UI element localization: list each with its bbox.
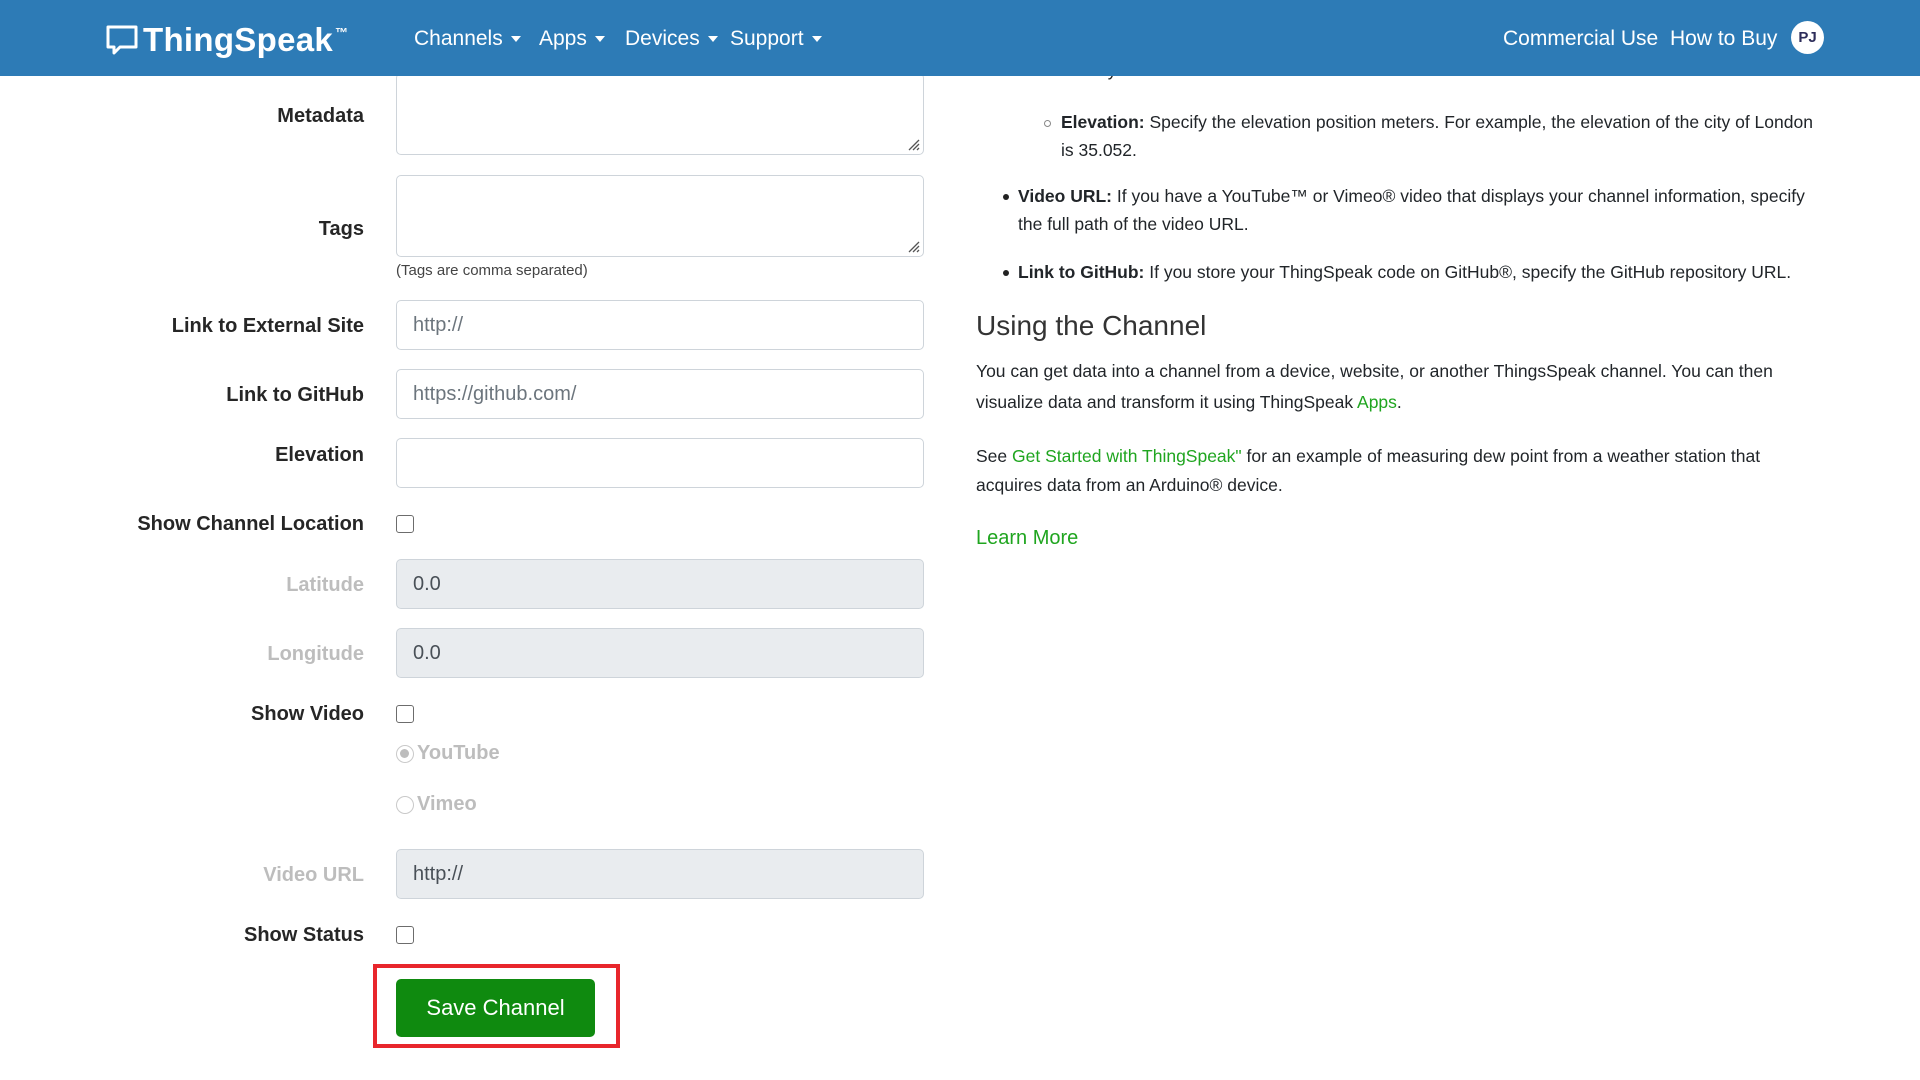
video-url-input[interactable] (396, 849, 924, 899)
doc-github-item: Link to GitHub: If you store your ThingS… (1003, 258, 1818, 286)
bullet-dot-icon (1003, 194, 1009, 200)
chat-bubble-icon (106, 25, 138, 55)
vimeo-option-label: Vimeo (417, 793, 477, 815)
nav-support-label: Support (730, 27, 804, 50)
caret-down-icon (510, 36, 521, 42)
bullet-dot-icon (1003, 270, 1009, 276)
nav-channels-menu[interactable]: Channels (414, 25, 521, 53)
video-url-description: If you have a YouTube™ or Vimeo® video t… (1018, 186, 1805, 234)
video-url-label: Video URL (263, 864, 364, 886)
elevation-description: Specify the elevation position meters. F… (1061, 112, 1813, 160)
video-option-youtube[interactable]: YouTube (396, 742, 500, 765)
brand-name: ThingSpeak (143, 21, 334, 58)
nav-support-menu[interactable]: Support (730, 25, 822, 53)
tags-label: Tags (318, 218, 364, 240)
caret-down-icon (594, 36, 605, 42)
youtube-option-label: YouTube (417, 742, 500, 764)
get-started-paragraph: See Get Started with ThingSpeak" for an … (976, 442, 1826, 500)
thingspeak-logo[interactable]: ThingSpeak ™ (106, 22, 348, 58)
radio-unselected-icon[interactable] (396, 795, 414, 814)
metadata-label: Metadata (277, 105, 364, 127)
nav-how-to-buy-link[interactable]: How to Buy (1670, 25, 1777, 53)
metadata-textarea[interactable] (396, 73, 924, 155)
nav-devices-menu[interactable]: Devices (625, 25, 718, 53)
github-description: If you store your ThingSpeak code on Git… (1144, 262, 1792, 282)
learn-more-link[interactable]: Learn More (976, 527, 1078, 550)
doc-elevation-item: Elevation: Specify the elevation positio… (1044, 108, 1821, 164)
show-video-label: Show Video (251, 703, 364, 725)
resize-grip-icon[interactable] (904, 135, 920, 151)
external-site-input[interactable] (396, 300, 924, 350)
latitude-label: Latitude (286, 574, 364, 596)
resize-grip-icon[interactable] (904, 237, 920, 253)
caret-down-icon (707, 36, 718, 42)
using-channel-end: . (1396, 392, 1402, 412)
show-location-label: Show Channel Location (137, 513, 364, 535)
radio-selected-icon[interactable] (396, 744, 414, 763)
github-term: Link to GitHub: (1018, 262, 1145, 282)
external-site-label: Link to External Site (171, 315, 364, 337)
longitude-input[interactable] (396, 628, 924, 678)
nav-devices-label: Devices (625, 27, 700, 50)
brand-trademark: ™ (335, 24, 349, 40)
using-channel-paragraph: You can get data into a channel from a d… (976, 356, 1826, 418)
using-channel-heading: Using the Channel (976, 310, 1207, 341)
get-started-link[interactable]: Get Started with ThingSpeak" (1012, 446, 1242, 466)
elevation-input[interactable] (396, 438, 924, 488)
nav-apps-label: Apps (539, 27, 587, 50)
show-status-label: Show Status (243, 924, 364, 946)
save-channel-button[interactable]: Save Channel (396, 979, 595, 1037)
longitude-label: Longitude (267, 643, 364, 665)
user-avatar[interactable]: PJ (1791, 21, 1824, 54)
show-status-checkbox[interactable] (396, 926, 414, 944)
doc-video-url-item: Video URL: If you have a YouTube™ or Vim… (1003, 182, 1818, 238)
github-label: Link to GitHub (226, 384, 364, 406)
show-video-checkbox[interactable] (396, 705, 414, 723)
see-prefix: See (976, 446, 1012, 466)
elevation-term: Elevation: (1061, 112, 1145, 132)
tags-textarea[interactable] (396, 175, 924, 257)
video-option-vimeo[interactable]: Vimeo (396, 793, 477, 816)
tags-help-text: (Tags are comma separated) (396, 262, 588, 279)
video-url-term: Video URL: (1018, 186, 1112, 206)
nav-apps-menu[interactable]: Apps (539, 25, 605, 53)
apps-link[interactable]: Apps (1357, 392, 1397, 412)
nav-channels-label: Channels (414, 27, 503, 50)
circle-bullet-icon (1044, 120, 1051, 127)
elevation-label: Elevation (275, 444, 364, 466)
nav-commercial-use-link[interactable]: Commercial Use (1503, 25, 1658, 53)
github-input[interactable] (396, 369, 924, 419)
top-navbar: ThingSpeak ™ Channels Apps Devices Suppo… (0, 0, 1920, 76)
latitude-input[interactable] (396, 559, 924, 609)
show-location-checkbox[interactable] (396, 515, 414, 533)
caret-down-icon (811, 36, 822, 42)
